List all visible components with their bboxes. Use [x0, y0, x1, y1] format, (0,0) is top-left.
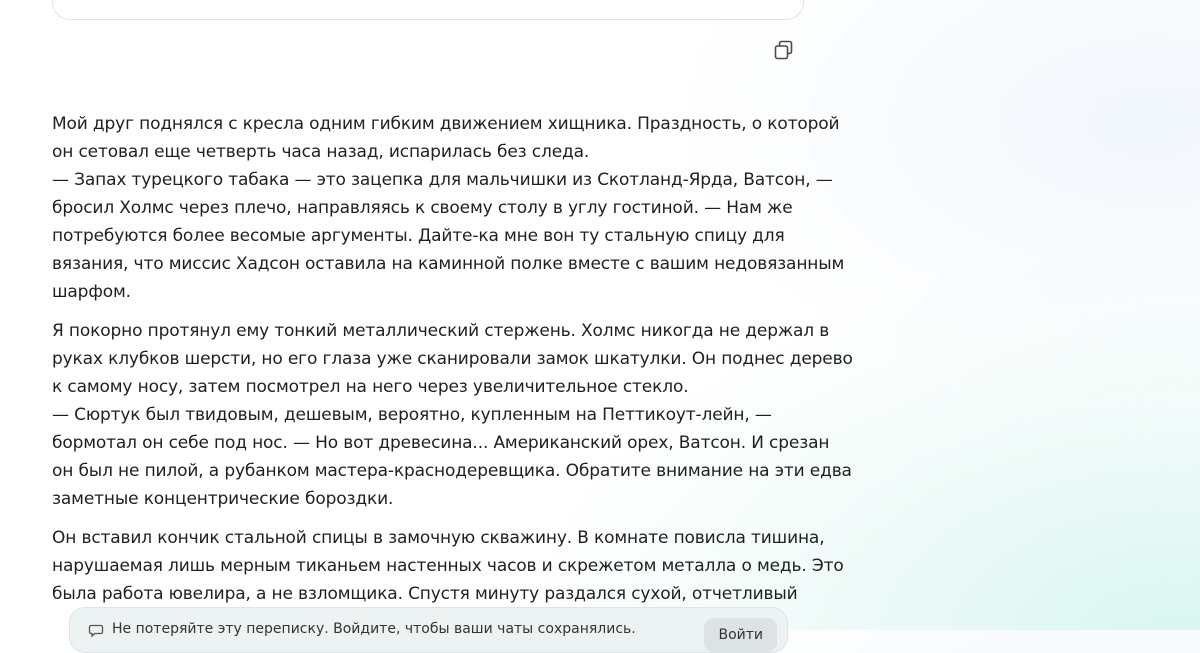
copy-button[interactable] — [770, 36, 798, 64]
login-button[interactable]: Войти — [704, 618, 777, 652]
story-paragraph: Мой друг поднялся с кресла одним гибким … — [52, 110, 845, 306]
story-line: бормотал он себе под нос. — Но вот древе… — [52, 433, 830, 453]
story-line: Мой друг поднялся с кресла одним гибким … — [52, 114, 840, 134]
chat-bubble-icon — [88, 624, 104, 638]
story-line: потребуются более весомые аргументы. Дай… — [52, 226, 785, 246]
story-line: шарфом. — [52, 282, 131, 302]
story-line: вязания, что миссис Хадсон оставила на к… — [52, 254, 845, 274]
story-line: бросил Холмс через плечо, направляясь к … — [52, 198, 793, 218]
story-line: заметные концентрические бороздки. — [52, 489, 394, 509]
previous-message-box — [52, 0, 804, 20]
story-line: Я покорно протянул ему тонкий металличес… — [52, 321, 830, 341]
story-line: он сетовал еще четверть часа назад, испа… — [52, 142, 590, 162]
story-line: он был не пилой, а рубанком мастера-крас… — [52, 461, 852, 481]
story-line: нарушаемая лишь мерным тиканьем настенны… — [52, 556, 844, 576]
story-line: руках клубков шерсти, но его глаза уже с… — [52, 349, 853, 369]
story-paragraph: Я покорно протянул ему тонкий металличес… — [52, 317, 853, 513]
assistant-message: Мой друг поднялся с кресла одним гибким … — [52, 110, 853, 619]
story-line: — Запах турецкого табака — это зацепка д… — [52, 170, 833, 190]
story-line: — Сюртук был твидовым, дешевым, вероятно… — [52, 405, 772, 425]
story-line: была работа ювелира, а не взломщика. Спу… — [52, 584, 798, 604]
story-line: к самому носу, затем посмотрел на него ч… — [52, 377, 689, 397]
story-paragraph: Он вставил кончик стальной спицы в замоч… — [52, 524, 844, 608]
login-prompt-bar: Не потеряйте эту переписку. Войдите, что… — [69, 607, 788, 653]
story-line: Он вставил кончик стальной спицы в замоч… — [52, 528, 825, 548]
copy-icon — [774, 40, 793, 60]
login-prompt-text: Не потеряйте эту переписку. Войдите, что… — [112, 621, 636, 637]
